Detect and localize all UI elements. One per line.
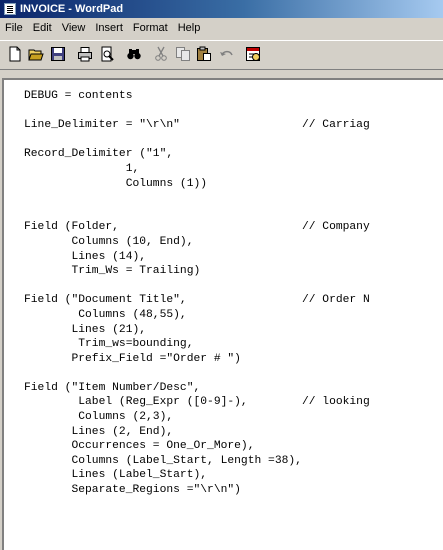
text-line: Lines (14), <box>24 250 147 263</box>
text-line: DEBUG = contents <box>24 90 133 102</box>
date-time-button[interactable] <box>242 43 264 65</box>
wordpad-app-icon[interactable] <box>4 3 16 15</box>
text-line: Separate_Regions ="\r\n") <box>24 484 241 497</box>
text-line <box>24 366 370 381</box>
text-line: Lines (21), <box>24 323 147 336</box>
print-preview-button[interactable] <box>96 43 118 65</box>
open-button[interactable] <box>26 43 48 65</box>
title-bar: INVOICE - WordPad <box>0 0 443 18</box>
window-title: INVOICE - WordPad <box>20 3 124 15</box>
text-line: Trim_ws=bounding, <box>24 338 194 351</box>
text-line <box>24 133 370 148</box>
cut-button[interactable] <box>151 43 173 65</box>
wordpad-window: INVOICE - WordPad File Edit View Insert … <box>0 0 443 550</box>
new-icon <box>9 46 21 62</box>
date-time-icon <box>246 47 261 61</box>
open-icon <box>28 49 44 61</box>
text-line: Field (Folder, // Company <box>24 221 370 234</box>
new-button[interactable] <box>4 43 26 65</box>
text-line <box>24 191 370 206</box>
print-button[interactable] <box>74 43 96 65</box>
menu-format[interactable]: Format <box>128 18 173 38</box>
text-line: Columns (10, End), <box>24 235 194 248</box>
text-line <box>24 104 370 119</box>
menu-view[interactable]: View <box>57 18 91 38</box>
text-line: Columns (Label_Start, Length =38), <box>24 454 302 467</box>
undo-icon <box>219 50 233 56</box>
text-line: Lines (2, End), <box>24 425 174 438</box>
text-line: Lines (Label_Start), <box>24 469 208 482</box>
copy-icon <box>175 47 190 61</box>
find-icon <box>127 49 141 60</box>
cut-icon <box>155 46 168 61</box>
paste-button[interactable] <box>194 43 216 65</box>
text-line: Trim_Ws = Trailing) <box>24 265 201 278</box>
text-line: Field ("Item Number/Desc", <box>24 381 201 394</box>
text-line: Record_Delimiter ("1", <box>24 148 174 161</box>
text-line: Field ("Document Title", // Order N <box>24 294 370 307</box>
menu-file[interactable]: File <box>0 18 28 38</box>
text-line: Label (Reg_Expr ([0-9]-), // looking <box>24 396 370 409</box>
text-line: Occurrences = One_Or_More), <box>24 440 255 453</box>
find-button[interactable] <box>123 43 145 65</box>
undo-button[interactable] <box>215 43 237 65</box>
menu-help[interactable]: Help <box>173 18 206 38</box>
print-icon <box>78 47 93 62</box>
text-line: Columns (2,3), <box>24 411 174 424</box>
document-text: DEBUG = contents Line_Delimiter = "\r\n"… <box>24 89 370 498</box>
text-line <box>24 206 370 221</box>
document-area[interactable]: DEBUG = contents Line_Delimiter = "\r\n"… <box>2 78 443 550</box>
save-button[interactable] <box>47 43 69 65</box>
text-line: Columns (48,55), <box>24 308 187 321</box>
menu-bar: File Edit View Insert Format Help <box>0 18 443 38</box>
text-line <box>24 279 370 294</box>
save-icon <box>50 47 65 61</box>
text-line: Columns (1)) <box>24 177 208 190</box>
text-line: Line_Delimiter = "\r\n" // Carriag <box>24 119 370 132</box>
menu-insert[interactable]: Insert <box>90 18 128 38</box>
copy-button[interactable] <box>172 43 194 65</box>
menu-edit[interactable]: Edit <box>28 18 57 38</box>
toolbar <box>4 42 264 66</box>
text-line: 1, <box>24 162 140 175</box>
paste-icon <box>197 46 212 61</box>
print-preview-icon <box>101 46 114 62</box>
text-line: Prefix_Field ="Order # ") <box>24 352 241 365</box>
